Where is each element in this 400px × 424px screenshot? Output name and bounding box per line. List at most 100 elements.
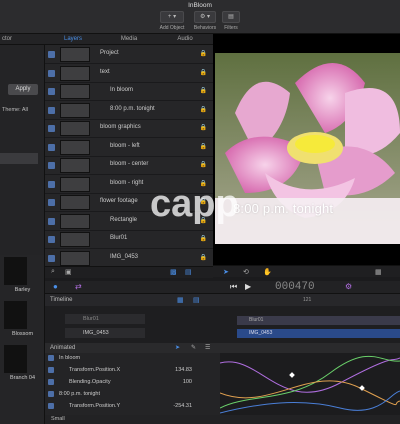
layer-visibility-checkbox[interactable] — [48, 51, 55, 58]
library-thumbnail — [4, 345, 27, 373]
behaviors-button[interactable]: ⚙ ▾ — [194, 11, 216, 23]
layer-visibility-checkbox[interactable] — [48, 236, 55, 243]
rotate-tool-icon[interactable]: ⟲ — [243, 268, 249, 276]
hand-tool-icon[interactable]: ✋ — [263, 268, 272, 276]
select-tool-icon[interactable]: ➤ — [223, 268, 229, 276]
layer-name: bloom graphics — [100, 124, 141, 130]
lock-icon[interactable]: 🔒 — [200, 50, 207, 57]
animated-checkbox[interactable] — [48, 391, 54, 397]
menu-icon[interactable]: ☰ — [205, 344, 210, 351]
timecode-display[interactable]: 000470 — [275, 281, 315, 293]
app-title: InBloom — [188, 2, 212, 9]
play-icon[interactable]: ▶ — [245, 282, 251, 291]
add-object-button[interactable]: + ▾ — [160, 11, 184, 23]
library-item-label: Blossom — [11, 331, 34, 337]
tab-media[interactable]: Media — [101, 34, 157, 45]
layer-visibility-checkbox[interactable] — [48, 180, 55, 188]
library-item-label: Branch 04 — [9, 375, 36, 381]
lock-icon[interactable]: 🔒 — [200, 124, 207, 131]
lock-icon[interactable]: 🔒 — [200, 143, 207, 150]
timeline-bar[interactable]: Blur01 — [237, 316, 400, 325]
track-header[interactable]: Blur01 — [65, 314, 145, 324]
timeline-layout-icon[interactable]: ▤ — [193, 296, 200, 304]
library-thumbnail — [4, 257, 27, 285]
animated-checkbox[interactable] — [48, 403, 54, 409]
lock-icon[interactable]: 🔒 — [200, 235, 207, 242]
animated-row[interactable]: Transform.Position.Y -254.31 — [45, 401, 220, 411]
layer-visibility-checkbox[interactable] — [48, 106, 55, 114]
timeline-bar-label: IMG_0453 — [249, 330, 273, 336]
lock-icon[interactable]: 🔒 — [200, 106, 207, 113]
apply-button[interactable]: Apply — [8, 84, 38, 95]
animated-header: Animated ➤ ✎ ☰ — [45, 343, 400, 353]
layer-row[interactable]: Project 🔒 — [45, 45, 213, 64]
layer-visibility-checkbox[interactable] — [48, 125, 55, 132]
timeline-bar[interactable]: IMG_0453 — [237, 329, 400, 338]
size-select[interactable]: Small — [51, 416, 65, 422]
animated-parameter: Blending.Opacity — [69, 379, 111, 385]
animated-checkbox[interactable] — [48, 367, 54, 373]
layer-thumbnail — [60, 139, 90, 155]
layer-visibility-checkbox[interactable] — [48, 88, 55, 95]
keyframe-editor[interactable] — [219, 353, 400, 415]
timeline-view-icon[interactable]: ▦ — [177, 296, 184, 304]
animated-value[interactable]: 134.83 — [175, 367, 192, 373]
inspector-field[interactable] — [0, 153, 38, 164]
layer-row[interactable]: bloom graphics 🔒 — [45, 119, 213, 138]
layer-row[interactable]: IMG_0453 🔒 — [45, 249, 213, 268]
lock-icon[interactable]: 🔒 — [200, 254, 207, 261]
bottom-bar: Small — [45, 415, 400, 424]
layer-visibility-checkbox[interactable] — [48, 143, 55, 151]
track-header[interactable]: IMG_0453 — [65, 328, 145, 338]
layer-name: 8:00 p.m. tonight — [110, 105, 155, 112]
layer-row[interactable]: 8:00 p.m. tonight 🔒 — [45, 101, 213, 120]
layer-row[interactable]: In bloom 🔒 — [45, 82, 213, 101]
loop-icon[interactable]: ⇄ — [75, 282, 82, 291]
tab-audio[interactable]: Audio — [157, 34, 213, 45]
layer-name: In bloom — [110, 87, 134, 93]
record-icon[interactable]: ● — [53, 282, 58, 291]
layer-thumbnail — [60, 213, 90, 229]
layer-name: Project — [100, 50, 119, 56]
layer-visibility-checkbox[interactable] — [48, 162, 55, 169]
image-icon[interactable]: ▣ — [65, 268, 72, 276]
watermark: capp — [150, 183, 239, 225]
animated-row[interactable]: In bloom — [45, 353, 220, 363]
view-options-icon[interactable]: ▦ — [375, 268, 382, 276]
lock-icon[interactable]: 🔒 — [200, 87, 207, 94]
layer-visibility-checkbox[interactable] — [48, 199, 55, 206]
animated-value[interactable]: 100 — [183, 379, 192, 385]
pointer-icon[interactable]: ➤ — [175, 344, 180, 351]
layer-row[interactable]: bloom - left 🔒 — [45, 138, 213, 157]
layer-row[interactable]: text 🔒 — [45, 64, 213, 83]
animated-checkbox[interactable] — [48, 379, 54, 385]
layer-name: bloom - left — [110, 142, 140, 149]
animated-row[interactable]: 8:00 p.m. tonight — [45, 389, 220, 399]
options-icon[interactable]: ⚙ — [345, 282, 352, 291]
tab-layers[interactable]: Layers — [45, 34, 101, 45]
inspector-tab-partial[interactable]: ctor — [0, 34, 45, 45]
theme-select[interactable]: Theme: All — [2, 107, 28, 113]
animated-value[interactable]: -254.31 — [173, 403, 192, 409]
layer-visibility-checkbox[interactable] — [48, 69, 55, 77]
layer-row[interactable]: Blur01 🔒 — [45, 230, 213, 249]
lock-icon[interactable]: 🔒 — [200, 161, 207, 168]
animated-row[interactable]: Transform.Position.X 134.83 — [45, 365, 220, 375]
lock-icon[interactable]: 🔒 — [200, 69, 207, 76]
layer-visibility-checkbox[interactable] — [48, 254, 55, 262]
layer-options-icon[interactable]: ▩ — [170, 268, 177, 276]
go-to-start-icon[interactable]: ⏮ — [230, 282, 237, 292]
library-item[interactable]: Blossom — [0, 299, 45, 343]
animated-row[interactable]: Blending.Opacity 100 — [45, 377, 220, 387]
group-icon[interactable]: ▤ — [185, 268, 192, 276]
search-icon[interactable]: ⌕ — [51, 268, 55, 276]
layer-visibility-checkbox[interactable] — [48, 217, 55, 225]
canvas-title-text[interactable]: 8:00 p.m. tonight — [233, 201, 333, 216]
animated-checkbox[interactable] — [48, 355, 54, 361]
pen-icon[interactable]: ✎ — [191, 344, 196, 351]
library-item[interactable]: Branch 04 — [0, 343, 45, 387]
layer-name: Rectangle — [110, 216, 138, 223]
library-item[interactable]: Barley — [0, 255, 45, 299]
filters-button[interactable]: ▤ — [222, 11, 240, 23]
layer-row[interactable]: bloom - center 🔒 — [45, 156, 213, 175]
